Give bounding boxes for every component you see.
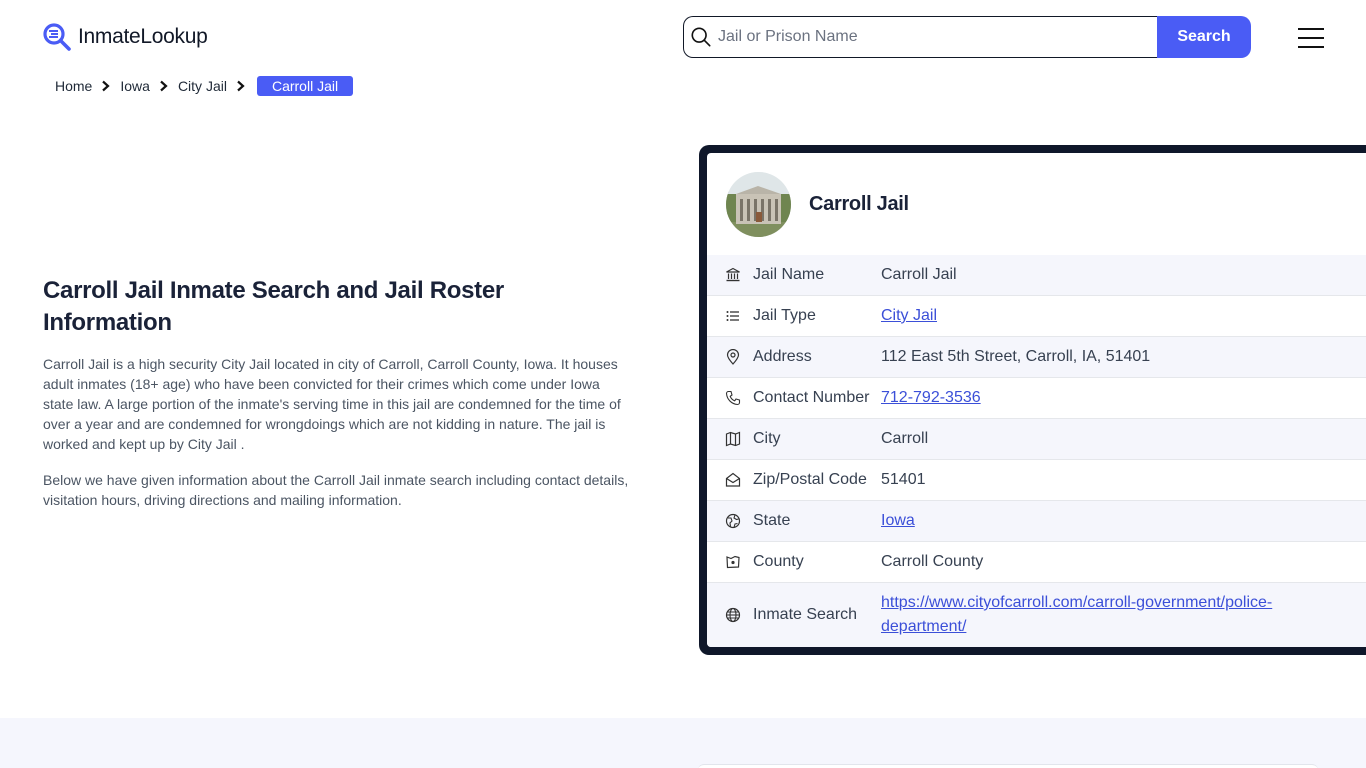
row-label: Jail Name bbox=[753, 266, 825, 283]
card-title: Carroll Jail bbox=[809, 192, 909, 215]
search-field[interactable] bbox=[683, 16, 1157, 58]
row-label: State bbox=[753, 512, 791, 529]
breadcrumb-current: Carroll Jail bbox=[256, 76, 354, 96]
inmate-search-link[interactable]: https://www.cityofcarroll.com/carroll-go… bbox=[881, 594, 1272, 635]
logo-magnifier-icon bbox=[43, 23, 71, 51]
next-section-background bbox=[0, 718, 1366, 768]
chevron-right-icon bbox=[102, 80, 111, 92]
hamburger-menu-button[interactable] bbox=[1298, 28, 1324, 48]
building-photo-icon bbox=[726, 171, 791, 237]
search-icon bbox=[691, 27, 711, 47]
globe-icon bbox=[725, 607, 741, 623]
list-icon bbox=[726, 311, 739, 321]
jail-photo bbox=[726, 171, 791, 237]
phone-link[interactable]: 712-792-3536 bbox=[881, 389, 981, 406]
building-icon bbox=[726, 267, 740, 282]
row-label: County bbox=[753, 553, 804, 570]
row-value: 51401 bbox=[881, 471, 926, 488]
search-button[interactable]: Search bbox=[1157, 16, 1251, 58]
jail-type-link[interactable]: City Jail bbox=[881, 307, 937, 324]
breadcrumb-state[interactable]: Iowa bbox=[120, 78, 150, 94]
info-row-contact: Contact Number 712-792-3536 bbox=[707, 378, 1366, 419]
breadcrumb-home[interactable]: Home bbox=[55, 78, 92, 94]
breadcrumb-jail-type[interactable]: City Jail bbox=[178, 78, 227, 94]
info-row-address: Address 112 East 5th Street, Carroll, IA… bbox=[707, 337, 1366, 378]
logo-text: InmateLookup bbox=[78, 25, 208, 48]
map-pin-icon bbox=[726, 349, 740, 365]
logo[interactable]: InmateLookup bbox=[42, 22, 208, 52]
chevron-right-icon bbox=[237, 80, 245, 92]
info-row-county: County Carroll County bbox=[707, 542, 1366, 583]
page-title: Carroll Jail Inmate Search and Jail Rost… bbox=[43, 277, 504, 336]
row-value: Carroll Jail bbox=[881, 266, 957, 283]
next-section-card-edge bbox=[698, 764, 1318, 768]
row-label: City bbox=[753, 430, 781, 447]
hamburger-icon-line bbox=[1298, 37, 1324, 39]
county-icon bbox=[726, 555, 740, 569]
row-label: Zip/Postal Code bbox=[753, 471, 867, 488]
jail-info-card: Carroll Jail Jail Name Carroll Jail Jail… bbox=[699, 145, 1366, 655]
info-row-zip: Zip/Postal Code 51401 bbox=[707, 460, 1366, 501]
map-icon bbox=[725, 431, 741, 447]
info-row-city: City Carroll bbox=[707, 419, 1366, 460]
row-label: Inmate Search bbox=[753, 606, 858, 623]
search-input[interactable] bbox=[718, 28, 1138, 46]
hamburger-icon-line bbox=[1298, 28, 1324, 30]
chevron-right-icon bbox=[160, 80, 168, 92]
state-link[interactable]: Iowa bbox=[881, 512, 915, 529]
row-label: Address bbox=[753, 348, 812, 365]
row-value: 112 East 5th Street, Carroll, IA, 51401 bbox=[881, 348, 1151, 365]
card-header: Carroll Jail bbox=[707, 153, 1366, 255]
search-bar: Search bbox=[683, 16, 1251, 58]
description-paragraph: Below we have given information about th… bbox=[43, 472, 629, 508]
row-value: Carroll County bbox=[881, 553, 984, 570]
globe-region-icon bbox=[725, 513, 741, 529]
row-value: Carroll bbox=[881, 430, 929, 447]
row-label: Contact Number bbox=[753, 389, 870, 406]
info-row-jail-type: Jail Type City Jail bbox=[707, 296, 1366, 337]
info-row-state: State Iowa bbox=[707, 501, 1366, 542]
row-label: Jail Type bbox=[753, 307, 816, 324]
hamburger-icon-line bbox=[1298, 46, 1324, 48]
breadcrumb: Home Iowa City Jail Carroll Jail bbox=[55, 76, 354, 96]
info-row-jail-name: Jail Name Carroll Jail bbox=[707, 255, 1366, 296]
description-paragraph: Carroll Jail is a high security City Jai… bbox=[43, 356, 621, 452]
phone-icon bbox=[725, 390, 741, 406]
mail-icon bbox=[725, 472, 741, 487]
info-row-inmate-search: Inmate Search https://www.cityofcarroll.… bbox=[707, 583, 1366, 647]
